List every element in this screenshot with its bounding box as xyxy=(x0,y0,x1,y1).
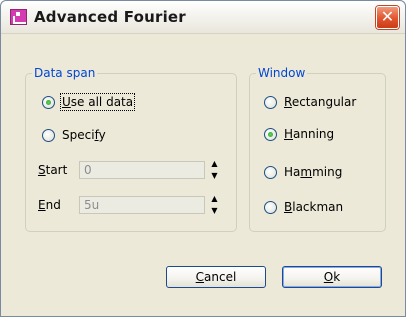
end-input[interactable]: 5u xyxy=(79,196,205,214)
start-input[interactable]: 0 xyxy=(79,161,205,179)
radio-blackman[interactable]: Blackman xyxy=(264,198,343,216)
chart-icon xyxy=(10,9,27,25)
radio-rectangular-label: Rectangular xyxy=(284,95,357,109)
radio-hanning[interactable]: Hanning xyxy=(264,125,334,143)
window-legend: Window xyxy=(258,66,306,80)
end-label: End xyxy=(38,198,61,212)
cancel-button[interactable]: Cancel xyxy=(166,266,266,288)
advanced-fourier-dialog: Advanced Fourier ✕ Data span Use all dat… xyxy=(0,0,406,317)
end-spinner[interactable]: ▲ ▼ xyxy=(208,193,221,217)
title-bar[interactable]: Advanced Fourier ✕ xyxy=(1,1,405,34)
radio-use-all-data[interactable]: Use all data xyxy=(42,93,136,111)
window-title: Advanced Fourier xyxy=(34,8,186,26)
radio-hanning-label: Hanning xyxy=(284,127,335,141)
spin-down-icon[interactable]: ▼ xyxy=(208,205,221,217)
spin-up-icon[interactable]: ▲ xyxy=(208,158,221,170)
radio-rectangular[interactable]: Rectangular xyxy=(264,93,356,111)
radio-hamming-label: Hamming xyxy=(284,165,343,179)
start-spinner[interactable]: ▲ ▼ xyxy=(208,158,221,182)
radio-specify-label: Specify xyxy=(62,128,106,142)
radio-rectangular-indicator[interactable] xyxy=(264,95,277,109)
radio-use-all-data-indicator[interactable] xyxy=(42,95,55,109)
radio-hanning-indicator[interactable] xyxy=(264,127,277,141)
start-label: Start xyxy=(38,163,68,177)
radio-specify-indicator[interactable] xyxy=(42,128,55,142)
data-span-legend: Data span xyxy=(34,66,96,80)
radio-hamming-indicator[interactable] xyxy=(264,165,277,179)
radio-specify[interactable]: Specify xyxy=(42,126,106,144)
spin-up-icon[interactable]: ▲ xyxy=(208,193,221,205)
radio-blackman-label: Blackman xyxy=(284,200,344,214)
spin-down-icon[interactable]: ▼ xyxy=(208,170,221,182)
close-button[interactable]: ✕ xyxy=(376,6,399,29)
radio-use-all-data-label: Use all data xyxy=(59,93,136,111)
radio-hamming[interactable]: Hamming xyxy=(264,163,342,181)
radio-blackman-indicator[interactable] xyxy=(264,200,277,214)
ok-button[interactable]: Ok xyxy=(282,266,382,288)
close-icon: ✕ xyxy=(380,7,395,26)
